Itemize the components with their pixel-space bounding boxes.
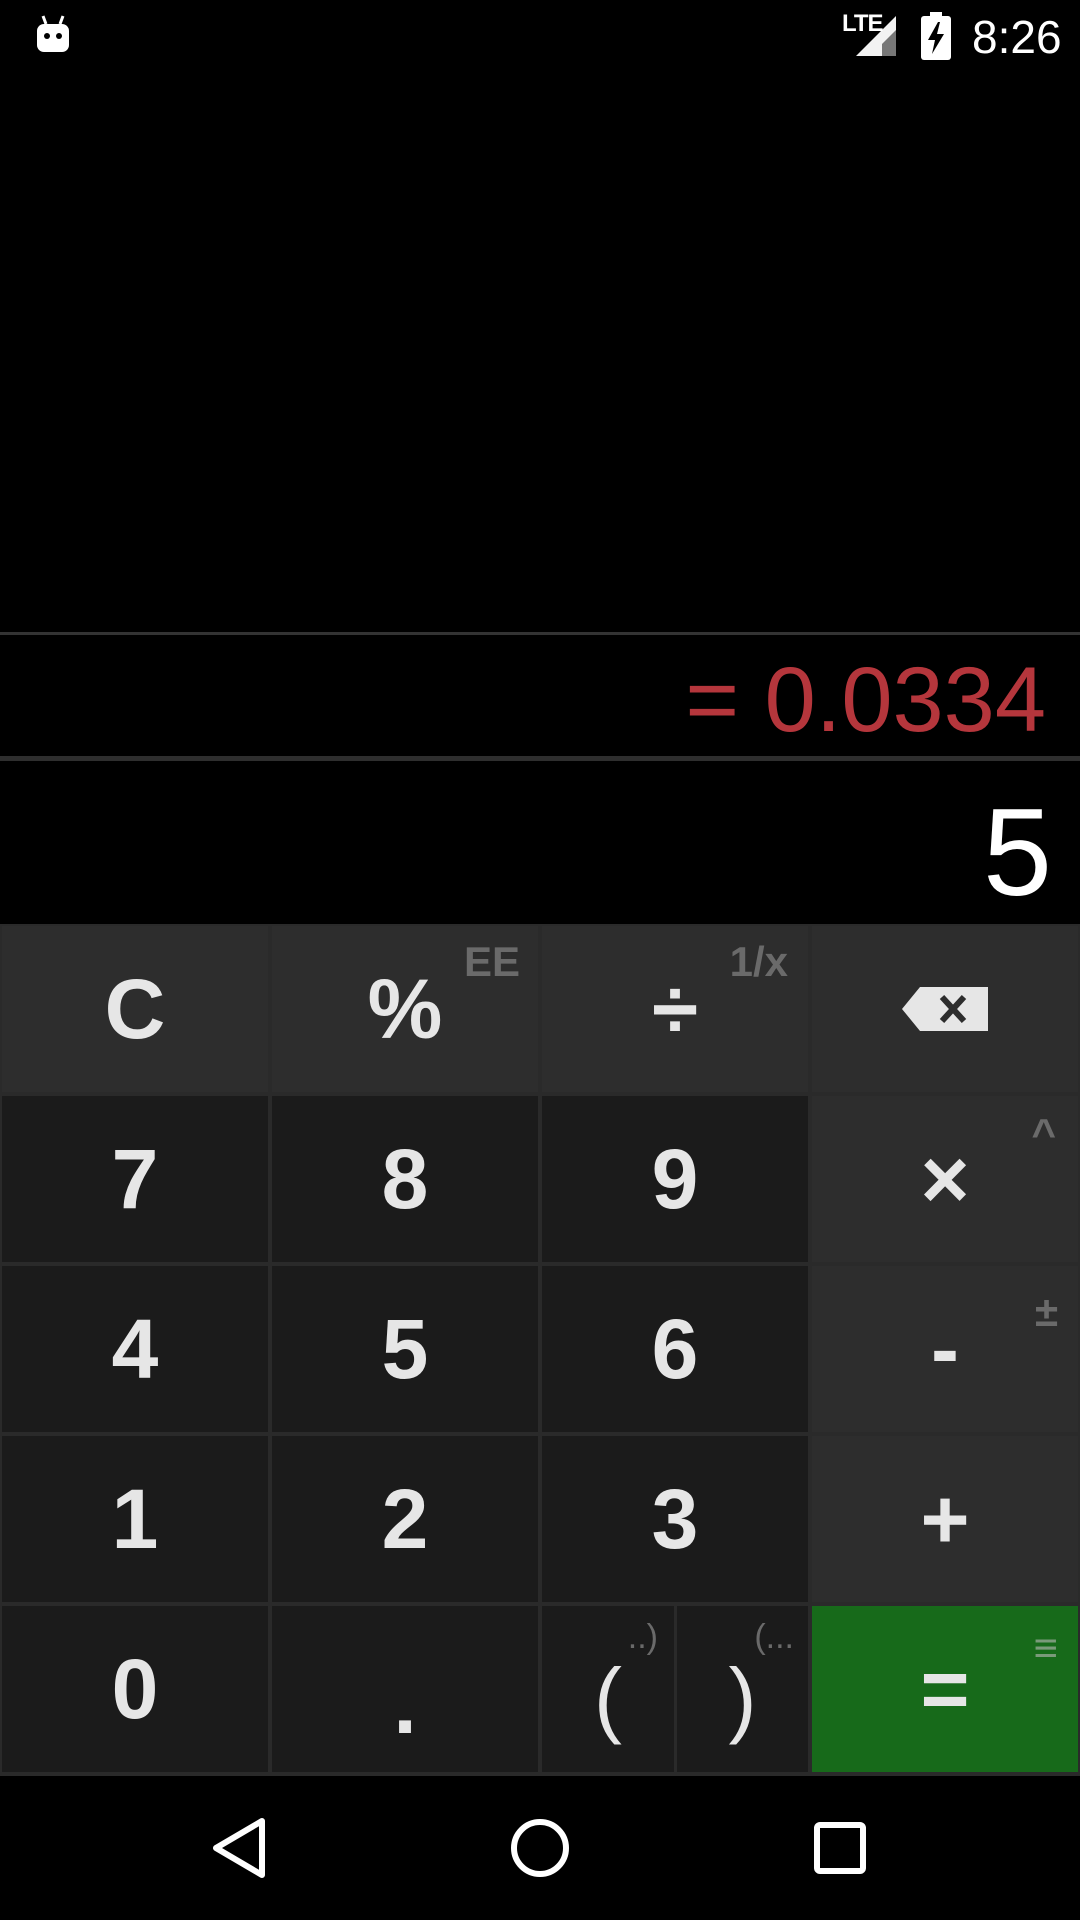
display-divider-bottom (0, 756, 1080, 761)
ee-sublabel: EE (463, 938, 520, 985)
backspace-button[interactable] (812, 926, 1078, 1092)
digit-2-button[interactable]: 2 (272, 1436, 538, 1602)
subtract-button[interactable]: - ± (812, 1266, 1078, 1432)
result-display: = 0.0334 (685, 649, 1046, 751)
status-bar: LTE 8:26 (0, 0, 1080, 72)
digit-6-button[interactable]: 6 (542, 1266, 808, 1432)
back-icon (213, 1818, 265, 1878)
home-icon (511, 1819, 569, 1877)
digit-9-button[interactable]: 9 (542, 1096, 808, 1262)
close-paren-button[interactable]: ) (... (677, 1606, 808, 1772)
divide-button[interactable]: ÷ 1/x (542, 926, 808, 1092)
signal-icon (856, 16, 896, 56)
navigation-bar (0, 1776, 1080, 1920)
formula-display[interactable]: 5 (983, 782, 1052, 924)
digit-8-button[interactable]: 8 (272, 1096, 538, 1262)
battery-charging-icon (921, 12, 951, 60)
power-sublabel: ^ (1031, 1110, 1056, 1157)
android-notification-icon (37, 15, 69, 52)
history-sublabel: ≡ (1033, 1624, 1058, 1671)
recents-icon (814, 1822, 866, 1874)
clear-button[interactable]: C (2, 926, 268, 1092)
close-paren-sublabel: (... (754, 1618, 794, 1656)
clock: 8:26 (972, 11, 1062, 63)
decimal-point-button[interactable]: . (272, 1606, 538, 1772)
digit-0-button[interactable]: 0 (2, 1606, 268, 1772)
digit-5-button[interactable]: 5 (272, 1266, 538, 1432)
digit-3-button[interactable]: 3 (542, 1436, 808, 1602)
backspace-icon (902, 987, 988, 1031)
display-divider-top (0, 632, 1080, 635)
equals-button[interactable]: = ≡ (812, 1606, 1078, 1772)
add-button[interactable]: + (812, 1436, 1078, 1602)
percent-button[interactable]: % EE (272, 926, 538, 1092)
reciprocal-sublabel: 1/x (729, 938, 788, 985)
plus-minus-sublabel: ± (1034, 1288, 1058, 1335)
open-paren-sublabel: ..) (627, 1618, 658, 1656)
recents-button[interactable] (770, 1776, 910, 1920)
back-button[interactable] (170, 1776, 310, 1920)
digit-1-button[interactable]: 1 (2, 1436, 268, 1602)
keypad: C % EE ÷ 1/x 7 8 9 × ^ 4 5 6 - ± 1 2 3 +… (0, 924, 1080, 1776)
open-paren-button[interactable]: ( ..) (542, 1606, 674, 1772)
digit-4-button[interactable]: 4 (2, 1266, 268, 1432)
home-button[interactable] (470, 1776, 610, 1920)
multiply-button[interactable]: × ^ (812, 1096, 1078, 1262)
digit-7-button[interactable]: 7 (2, 1096, 268, 1262)
